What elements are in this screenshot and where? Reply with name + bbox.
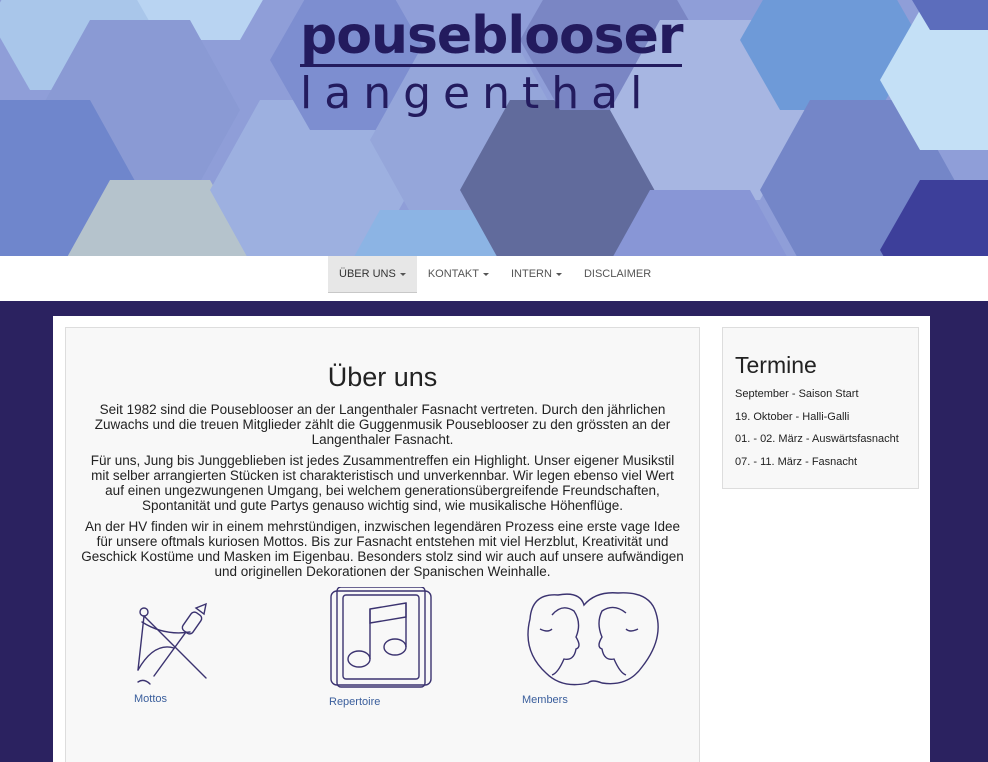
about-paragraph: Für uns, Jung bis Junggeblieben ist jede… bbox=[90, 453, 675, 513]
about-paragraph: Seit 1982 sind die Pouseblooser an der L… bbox=[94, 402, 671, 447]
feature-label: Members bbox=[522, 694, 568, 706]
about-paragraph: An der HV finden wir in einem mehrstündi… bbox=[81, 519, 684, 579]
feature-link-repertoire[interactable]: Repertoire bbox=[329, 586, 437, 708]
header-banner: pouseblooser langenthal bbox=[0, 0, 988, 256]
content-container: Über uns Seit 1982 sind die Pouseblooser… bbox=[53, 316, 930, 762]
termin-item: September - Saison Start bbox=[735, 388, 859, 400]
feature-label: Mottos bbox=[134, 693, 168, 705]
caret-down-icon bbox=[482, 273, 489, 276]
feature-link-mottos[interactable]: Mottos bbox=[134, 602, 210, 705]
termine-panel: Termine September - Saison Start 19. Okt… bbox=[722, 327, 919, 489]
page-title: Über uns bbox=[327, 362, 438, 392]
nav-label: DISCLAIMER bbox=[583, 268, 652, 280]
caret-down-icon bbox=[399, 272, 406, 276]
feature-label: Repertoire bbox=[329, 696, 381, 708]
nav-item-intern[interactable]: INTERN bbox=[500, 256, 573, 293]
termin-item: 01. - 02. März - Auswärtsfasnacht bbox=[735, 433, 899, 445]
compass-brush-icon bbox=[137, 602, 207, 685]
faces-icon bbox=[527, 592, 659, 686]
termin-item: 07. - 11. März - Fasnacht bbox=[735, 456, 858, 468]
about-panel: Über uns Seit 1982 sind die Pouseblooser… bbox=[65, 327, 700, 762]
nav-item-ueber-uns[interactable]: ÜBER UNS bbox=[328, 256, 417, 293]
nav-label: INTERN bbox=[510, 268, 552, 280]
site-logo[interactable]: pouseblooser langenthal bbox=[300, 8, 690, 121]
music-note-icon bbox=[330, 586, 432, 688]
caret-down-icon bbox=[555, 273, 562, 276]
nav-item-disclaimer[interactable]: DISCLAIMER bbox=[573, 256, 662, 293]
nav-item-kontakt[interactable]: KONTAKT bbox=[417, 256, 500, 293]
nav-label: ÜBER UNS bbox=[339, 267, 396, 280]
logo-subtitle: langenthal bbox=[300, 68, 655, 119]
feature-link-members[interactable]: Members bbox=[522, 589, 664, 706]
nav-label: KONTAKT bbox=[427, 268, 479, 280]
nav-list: ÜBER UNS KONTAKT INTERN DISCLAIMER bbox=[328, 256, 662, 293]
termine-title: Termine bbox=[735, 352, 817, 378]
logo-title: pouseblooser bbox=[300, 6, 684, 66]
termin-item: 19. Oktober - Halli-Galli bbox=[735, 411, 850, 423]
main-navbar: ÜBER UNS KONTAKT INTERN DISCLAIMER bbox=[0, 256, 988, 301]
